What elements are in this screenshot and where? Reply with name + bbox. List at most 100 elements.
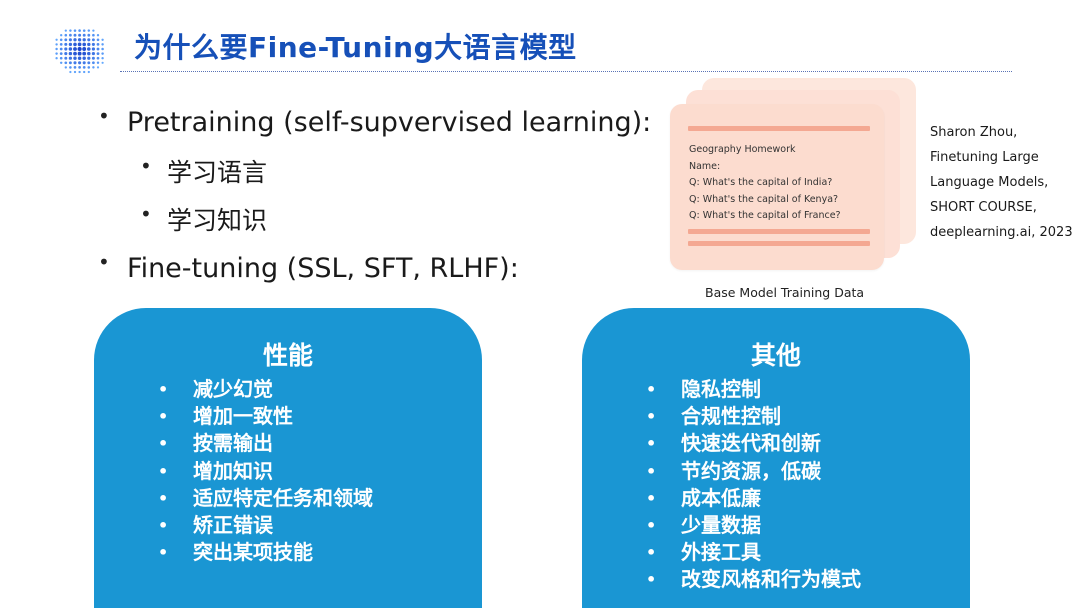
citation: Sharon Zhou, Finetuning Large Language M… <box>930 125 1073 240</box>
sub-bullet-item: • 学习知识 <box>140 202 268 235</box>
card-text: Geography Homework Name: Q: What's the c… <box>689 144 841 221</box>
logo-dot <box>96 56 100 60</box>
card-footer-bar <box>688 241 870 246</box>
card-footer-bar <box>688 229 870 234</box>
panel-list: • 减少幻觉 • 增加一致性 • 按需输出 • 增加知识 • 适应特定任务和领域 • 矫正错… <box>158 376 373 566</box>
bullet-dot: • <box>646 380 657 399</box>
bullet-dot: • <box>158 543 169 563</box>
panel-item: • 隐私控制 <box>646 377 761 401</box>
logo-dot <box>82 56 86 60</box>
logo-dot <box>101 43 104 46</box>
logo-dot <box>82 61 86 65</box>
logo-dot <box>68 56 73 60</box>
logo-dot <box>78 70 81 74</box>
logo-dot <box>91 56 95 60</box>
panel-title: 其他 <box>750 341 801 370</box>
logo-dot <box>77 51 82 56</box>
logo-dot <box>82 29 86 32</box>
bullet-dot: • <box>646 543 657 563</box>
logo-dot <box>73 38 77 42</box>
bullet-dot: • <box>140 202 152 226</box>
logo-dot <box>91 47 95 51</box>
logo-dot <box>101 57 104 60</box>
panel-item: • 减少幻觉 <box>158 377 273 401</box>
logo-dot <box>59 61 63 65</box>
logo-dot <box>101 38 104 41</box>
bullet-dot: • <box>646 515 657 535</box>
panel-item: • 增加一致性 <box>158 404 293 429</box>
logo-dot <box>77 46 82 52</box>
logo-dot <box>92 61 95 65</box>
logo-dot <box>64 33 68 37</box>
logo-dot <box>96 34 100 37</box>
card-header-bar <box>688 126 870 131</box>
logo-dot <box>77 56 82 60</box>
logo-dot <box>69 29 72 32</box>
logo-dot <box>78 61 82 65</box>
logo-dot <box>68 47 73 51</box>
bullet-item: • Fine-tuning (SSL, SFT, RLHF): <box>98 250 519 284</box>
bullet-dot: • <box>158 461 169 481</box>
bullet-item: • Pretraining (self-supvervised learning)… <box>98 104 652 138</box>
logo-dot <box>73 29 77 32</box>
logo-dot <box>91 42 95 46</box>
bullet-dot: • <box>158 488 169 508</box>
logo-dot <box>92 66 95 69</box>
bullet-dot: • <box>158 434 169 454</box>
panel-title: 性能 <box>262 341 313 370</box>
logo-dot <box>59 47 63 51</box>
logo-dot <box>68 38 72 42</box>
logo-dot <box>78 29 81 32</box>
logo-dot <box>64 52 68 56</box>
logo-dot <box>59 56 63 60</box>
logo-dot <box>73 47 77 51</box>
bullet-dot: • <box>646 488 657 508</box>
logo-dot <box>77 42 82 47</box>
panel-list: • 隐私控制 • 合规性控制 • 快速迭代和创新 • 节约资源，低碳 • 成本低廉 • 少量… <box>646 376 861 594</box>
logo-dot <box>68 51 73 56</box>
logo-dot <box>87 51 91 56</box>
panel-item: • 节约资源，低碳 <box>646 458 821 483</box>
panel-item: • 适应特定任务和领域 <box>158 485 373 510</box>
logo-dot <box>73 66 77 69</box>
bullet-dot: • <box>646 570 657 590</box>
page-title: 为什么要Fine-Tuning大语言模型 <box>134 31 577 64</box>
logo-dot <box>69 70 72 74</box>
panel-item: • 外接工具 <box>646 540 761 565</box>
logo-dot <box>83 70 86 74</box>
bullet-dot: • <box>646 407 657 427</box>
document-card-front: Geography Homework Name: Q: What's the c… <box>670 104 884 270</box>
logo-dot <box>96 47 100 51</box>
logo-dot <box>82 47 87 51</box>
logo-dot <box>68 42 73 47</box>
panel-item: • 按需输出 <box>158 431 273 456</box>
bullet-dot: • <box>98 104 110 128</box>
logo-dot <box>73 70 77 74</box>
logo-dot <box>101 52 104 55</box>
bullet-dot: • <box>646 434 657 454</box>
panel-item: • 增加知识 <box>158 458 273 483</box>
bullet-dot: • <box>140 154 152 178</box>
bullet-dot: • <box>158 407 169 427</box>
logo-dot <box>64 66 67 69</box>
logo-dot <box>59 43 63 46</box>
blue-dot-sphere-icon <box>55 29 104 74</box>
logo-dot <box>64 38 68 42</box>
logo-dot <box>82 33 86 37</box>
logo-dot <box>96 38 100 42</box>
logo-dot <box>64 29 67 32</box>
logo-dot <box>64 42 68 46</box>
panel-item: • 改变风格和行为模式 <box>646 567 861 592</box>
logo-dot <box>87 33 91 37</box>
logo-dot <box>96 52 100 56</box>
logo-dot <box>59 52 63 55</box>
logo-dot <box>92 29 95 32</box>
logo-dot <box>64 56 68 60</box>
logo-dot <box>60 34 63 37</box>
logo-dot <box>87 61 91 65</box>
performance-panel: 性能 • 减少幻觉 • 增加一致性 • 按需输出 • 增加知识 • 适应特定任务和领域 •… <box>94 308 482 608</box>
logo-dot <box>68 61 72 65</box>
logo-dot <box>87 66 91 69</box>
logo-dot <box>78 66 81 69</box>
logo-dot <box>82 42 87 47</box>
